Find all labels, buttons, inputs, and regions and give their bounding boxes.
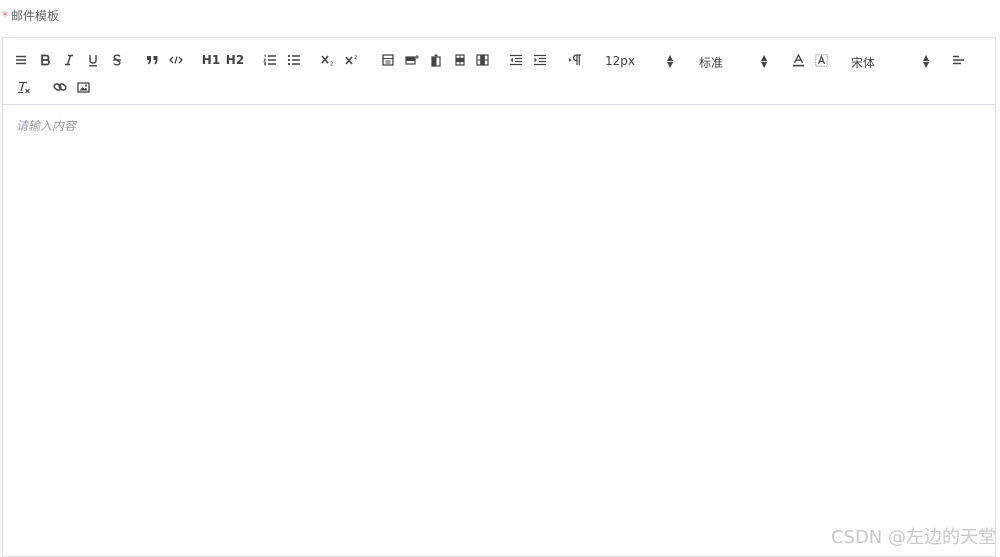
header2-icon[interactable]: H2 [225, 51, 245, 69]
link-icon[interactable] [51, 78, 69, 96]
insert-row-icon[interactable] [403, 51, 421, 69]
svg-text:2: 2 [354, 55, 357, 61]
background-color-icon[interactable] [812, 51, 830, 69]
select-arrows-icon: ▲ ▼ [761, 53, 768, 69]
editor-placeholder: 请输入内容 [16, 119, 77, 133]
align-justify-icon[interactable] [13, 51, 29, 69]
rtl-icon[interactable] [565, 51, 585, 69]
font-family-select[interactable]: 宋体 ▲ ▼ [851, 53, 931, 71]
blockquote-icon[interactable] [143, 51, 161, 69]
outdent-icon[interactable] [507, 51, 525, 69]
required-asterisk: * [2, 9, 8, 23]
image-icon[interactable] [74, 78, 92, 96]
insert-column-icon[interactable] [427, 51, 445, 69]
header-size-select[interactable]: 标准 ▲ ▼ [699, 53, 769, 71]
bullet-list-icon[interactable] [285, 51, 303, 69]
select-arrows-icon: ▲ ▼ [667, 53, 674, 69]
svg-text:2: 2 [330, 62, 333, 67]
table-icon[interactable] [379, 51, 397, 69]
code-block-icon[interactable] [167, 51, 185, 69]
underline-icon[interactable] [85, 51, 101, 69]
font-color-icon[interactable] [789, 51, 807, 69]
indent-icon[interactable] [531, 51, 549, 69]
font-size-value: 12px [605, 54, 635, 68]
watermark: CSDN @左边的天堂 [830, 527, 996, 548]
editor-toolbar: H1 H2 2 2 12px ▲ ▼ 标准 ▲ ▼ 宋体 ▲ ▼ [3, 38, 995, 105]
editor-content-area[interactable]: 请输入内容 [3, 105, 995, 557]
select-arrows-icon: ▲ ▼ [923, 53, 930, 69]
strike-icon[interactable] [109, 51, 125, 69]
subscript-icon[interactable]: 2 [319, 51, 337, 69]
bold-icon[interactable] [37, 51, 53, 69]
field-label-text: 邮件模板 [11, 9, 60, 23]
clean-format-icon[interactable] [15, 78, 33, 96]
italic-icon[interactable] [61, 51, 77, 69]
header-size-value: 标准 [699, 56, 724, 70]
font-family-value: 宋体 [851, 56, 876, 70]
form-field-label: * 邮件模板 [2, 8, 59, 24]
delete-column-icon[interactable] [473, 51, 491, 69]
rich-text-editor: H1 H2 2 2 12px ▲ ▼ 标准 ▲ ▼ 宋体 ▲ ▼ 请输入内容 [2, 37, 996, 557]
delete-row-icon[interactable] [451, 51, 469, 69]
font-size-select[interactable]: 12px ▲ ▼ [605, 54, 675, 70]
superscript-icon[interactable]: 2 [343, 51, 361, 69]
align-icon[interactable] [949, 51, 967, 69]
ordered-list-icon[interactable] [261, 51, 279, 69]
header1-icon[interactable]: H1 [201, 51, 221, 69]
